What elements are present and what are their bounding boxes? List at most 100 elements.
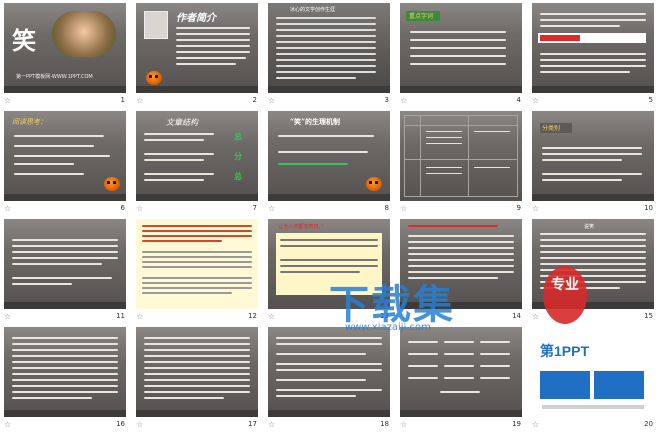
brand-logo: 第1PPT: [540, 343, 590, 359]
slide-title: 分类别: [542, 125, 561, 132]
star-icon: ☆: [136, 312, 144, 321]
slide-number: 15: [644, 312, 653, 320]
slide-title: 阅读思考：: [12, 118, 47, 126]
promo-box: [594, 371, 644, 399]
author-portrait-image: [144, 11, 168, 39]
slide-thumb-4[interactable]: 重点字词 ☆ 4: [396, 0, 528, 108]
slide-number: 5: [648, 96, 653, 104]
slide-number: 1: [120, 96, 125, 104]
slide-number: 4: [516, 96, 521, 104]
slide-canvas: “笑”的生理机制: [268, 111, 390, 201]
table-frame: [404, 115, 518, 197]
structure-label: 总: [234, 131, 242, 141]
star-icon: ☆: [136, 420, 144, 429]
slide-number: 16: [116, 420, 125, 428]
slide-thumb-9[interactable]: ☆ 9: [396, 108, 528, 216]
slide-thumb-16[interactable]: ☆ 16: [0, 324, 132, 432]
slide-canvas: 文章结构 总 分 总: [136, 111, 258, 201]
slide-sorter-grid: 笑 第一PPT模板网-WWW.1PPT.COM ☆ 1 作者简介 ☆ 2 冰心的文学…: [0, 0, 660, 432]
slide-number: 18: [380, 420, 389, 428]
pumpkin-icon: [146, 71, 162, 85]
slide-number: 2: [252, 96, 257, 104]
watermark-url: www.xiazaiji.com: [345, 322, 431, 333]
star-icon: ☆: [268, 420, 276, 429]
slide-canvas: 阅读思考：: [4, 111, 126, 201]
slide-number: 3: [384, 96, 389, 104]
slide-thumb-19[interactable]: ☆ 19: [396, 324, 528, 432]
star-icon: ☆: [532, 96, 540, 105]
slide-thumb-18[interactable]: ☆ 18: [264, 324, 396, 432]
slide-title: 说笑: [584, 224, 595, 230]
slide-number: 11: [116, 312, 125, 320]
slide-title: 作者简介: [176, 13, 216, 24]
slide-canvas: 冰心的文学创作生涯: [268, 3, 390, 93]
star-icon: ☆: [400, 204, 408, 213]
slide-thumb-8[interactable]: “笑”的生理机制 ☆ 8: [264, 108, 396, 216]
star-icon: ☆: [532, 204, 540, 213]
star-icon: ☆: [136, 96, 144, 105]
promo-box: [540, 371, 590, 399]
slide-title: 冰心的文学创作生涯: [290, 7, 336, 13]
slide-number: 8: [384, 204, 389, 212]
slide-number: 19: [512, 420, 521, 428]
slide-canvas: 笑 第一PPT模板网-WWW.1PPT.COM: [4, 3, 126, 93]
slide-thumb-7[interactable]: 文章结构 总 分 总 ☆ 7: [132, 108, 264, 216]
slide-number: 20: [644, 420, 653, 428]
slide-canvas: 分类别: [532, 111, 654, 201]
slide-thumb-17[interactable]: ☆ 17: [132, 324, 264, 432]
slide-canvas: [532, 3, 654, 93]
star-icon: ☆: [4, 204, 12, 213]
child-photo-image: [52, 11, 116, 57]
slide-title: 笑: [12, 26, 36, 55]
slide-bottom-bar: [4, 86, 126, 93]
slide-canvas: [136, 327, 258, 417]
slide-number: 7: [252, 204, 257, 212]
pumpkin-icon: [104, 177, 120, 191]
slide-number: 12: [248, 312, 257, 320]
slide-title: “让全人类都有笑容，”: [276, 224, 324, 230]
slide-thumb-3[interactable]: 冰心的文学创作生涯 ☆ 3: [264, 0, 396, 108]
structure-label: 总: [234, 171, 242, 181]
slide-number: 10: [644, 204, 653, 212]
slide-canvas: 重点字词: [400, 3, 522, 93]
slide-thumb-1[interactable]: 笑 第一PPT模板网-WWW.1PPT.COM ☆ 1: [0, 0, 132, 108]
slide-number: 17: [248, 420, 257, 428]
star-icon: ☆: [268, 96, 276, 105]
slide-canvas: 第1PPT: [532, 327, 654, 417]
star-icon: ☆: [4, 312, 12, 321]
slide-subtitle: 第一PPT模板网-WWW.1PPT.COM: [16, 74, 93, 80]
slide-canvas: [400, 111, 522, 201]
slide-thumb-11[interactable]: ☆ 11: [0, 216, 132, 324]
star-icon: ☆: [4, 96, 12, 105]
slide-thumb-2[interactable]: 作者简介 ☆ 2: [132, 0, 264, 108]
star-icon: ☆: [4, 420, 12, 429]
slide-thumb-5[interactable]: ☆ 5: [528, 0, 660, 108]
watermark-side: 专业: [551, 277, 579, 293]
slide-thumb-10[interactable]: 分类别 ☆ 10: [528, 108, 660, 216]
slide-canvas: [268, 327, 390, 417]
slide-canvas: [136, 219, 258, 309]
watermark-badge: [543, 266, 587, 324]
slide-title: 重点字词: [409, 13, 434, 20]
pumpkin-icon: [366, 177, 382, 191]
star-icon: ☆: [532, 420, 540, 429]
star-icon: ☆: [400, 96, 408, 105]
structure-label: 分: [234, 151, 242, 161]
slide-thumb-6[interactable]: 阅读思考： ☆ 6: [0, 108, 132, 216]
slide-canvas: [4, 327, 126, 417]
slide-thumb-12[interactable]: ☆ 12: [132, 216, 264, 324]
slide-canvas: 作者简介: [136, 3, 258, 93]
slide-thumb-20[interactable]: 第1PPT ☆ 20: [528, 324, 660, 432]
slide-canvas: [400, 327, 522, 417]
slide-title: “笑”的生理机制: [290, 117, 341, 126]
slide-title: 文章结构: [166, 118, 198, 127]
star-icon: ☆: [136, 204, 144, 213]
slide-number: 6: [120, 204, 125, 212]
highlight-red: [540, 35, 580, 41]
star-icon: ☆: [268, 204, 276, 213]
star-icon: ☆: [400, 420, 408, 429]
star-icon: ☆: [268, 312, 276, 321]
slide-number: 9: [516, 204, 521, 212]
watermark: 下载集 专业 www.xiazaiji.com: [305, 266, 587, 338]
slide-canvas: [4, 219, 126, 309]
